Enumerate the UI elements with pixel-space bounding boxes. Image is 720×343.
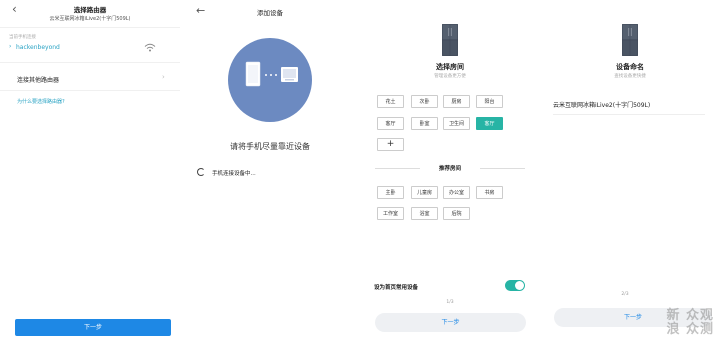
room-chip[interactable]: 花土 (377, 95, 404, 108)
recommended-room-chip[interactable]: 浴室 (411, 207, 438, 220)
room-chip-selected[interactable]: 客厅 (476, 117, 503, 130)
connect-other-router-row[interactable]: 连接其他路由器 › (0, 72, 180, 86)
refrigerator-icon (442, 24, 458, 56)
add-room-button[interactable]: + (377, 138, 404, 151)
loading-spinner-icon (197, 168, 205, 176)
set-home-favorite-toggle[interactable] (505, 280, 525, 291)
room-chip[interactable]: 客厅 (377, 117, 404, 130)
room-chip[interactable]: 卫生间 (443, 117, 470, 130)
next-button[interactable]: 下一步 (375, 313, 526, 332)
chevron-right-icon: › (9, 43, 12, 50)
recommended-room-chip[interactable]: 主卧 (377, 186, 404, 199)
panel-select-room: 选择房间 管理设备更方便 花土 次卧 厨房 阳台 客厅 卧室 卫生间 客厅 + … (360, 0, 540, 343)
watermark-line: 新 众观 (666, 308, 714, 323)
why-choose-router-link[interactable]: 为什么要选择路由器? (17, 98, 65, 105)
page-title: 选择房间 (436, 63, 464, 71)
panel-add-device: ← 添加设备 请将手机尽量靠近设备 手机连接设备中... (180, 0, 360, 343)
connecting-status: 手机连接设备中... (212, 171, 256, 177)
connect-other-router-label: 连接其他路由器 (17, 77, 60, 84)
step-indicator: 2/3 (621, 292, 629, 297)
room-chip[interactable]: 厨房 (443, 95, 470, 108)
page-title: 选择路由器 (73, 6, 107, 14)
divider (480, 168, 525, 169)
watermark-line: 浪 众测 (666, 322, 714, 337)
page-subtitle: 管理设备更方便 (434, 74, 466, 79)
page-title: 添加设备 (257, 9, 283, 17)
toggle-knob (515, 281, 524, 290)
device-name-input[interactable]: 云米互联网冰箱iLive2(十字门509L) (553, 100, 705, 112)
panel-name-device: 设备命名 查找设备更快捷 云米互联网冰箱iLive2(十字门509L) 2/3 … (540, 0, 720, 343)
recommended-room-chip[interactable]: 办公室 (443, 186, 470, 199)
current-connection-label: 当前手机连接 (9, 35, 36, 40)
divider (0, 27, 180, 28)
page-subtitle: 查找设备更快捷 (614, 74, 646, 79)
room-chip[interactable]: 阳台 (476, 95, 503, 108)
step-indicator: 1/3 (446, 300, 454, 305)
wifi-network-row[interactable]: › hackenbeyond (0, 41, 180, 56)
divider (0, 90, 180, 91)
recommended-room-chip[interactable]: 后院 (443, 207, 470, 220)
phone-to-device-illustration (228, 38, 312, 122)
set-home-favorite-label: 设为首页常用设备 (374, 285, 419, 291)
next-button[interactable]: 下一步 (15, 319, 171, 336)
input-underline (553, 114, 705, 115)
divider (0, 62, 180, 63)
watermark-logo: 新 众观 浪 众测 (666, 309, 714, 337)
recommended-room-chip[interactable]: 书房 (476, 186, 503, 199)
recommended-room-chip[interactable]: 儿童房 (411, 186, 438, 199)
recommended-room-chip[interactable]: 工作室 (377, 207, 404, 220)
wifi-network-name: hackenbeyond (16, 44, 60, 51)
instruction-text: 请将手机尽量靠近设备 (230, 142, 310, 151)
wifi-signal-icon (144, 43, 156, 52)
refrigerator-icon (622, 24, 638, 56)
chevron-right-icon: › (162, 73, 165, 81)
panel-select-router: ‹ 选择路由器 云米互联网冰箱iLive2(十字门509L) 当前手机连接 › … (0, 0, 180, 343)
device-name-subtitle: 云米互联网冰箱iLive2(十字门509L) (49, 16, 131, 22)
room-chip[interactable]: 卧室 (411, 117, 438, 130)
page-title: 设备命名 (616, 63, 644, 71)
room-chip[interactable]: 次卧 (411, 95, 438, 108)
